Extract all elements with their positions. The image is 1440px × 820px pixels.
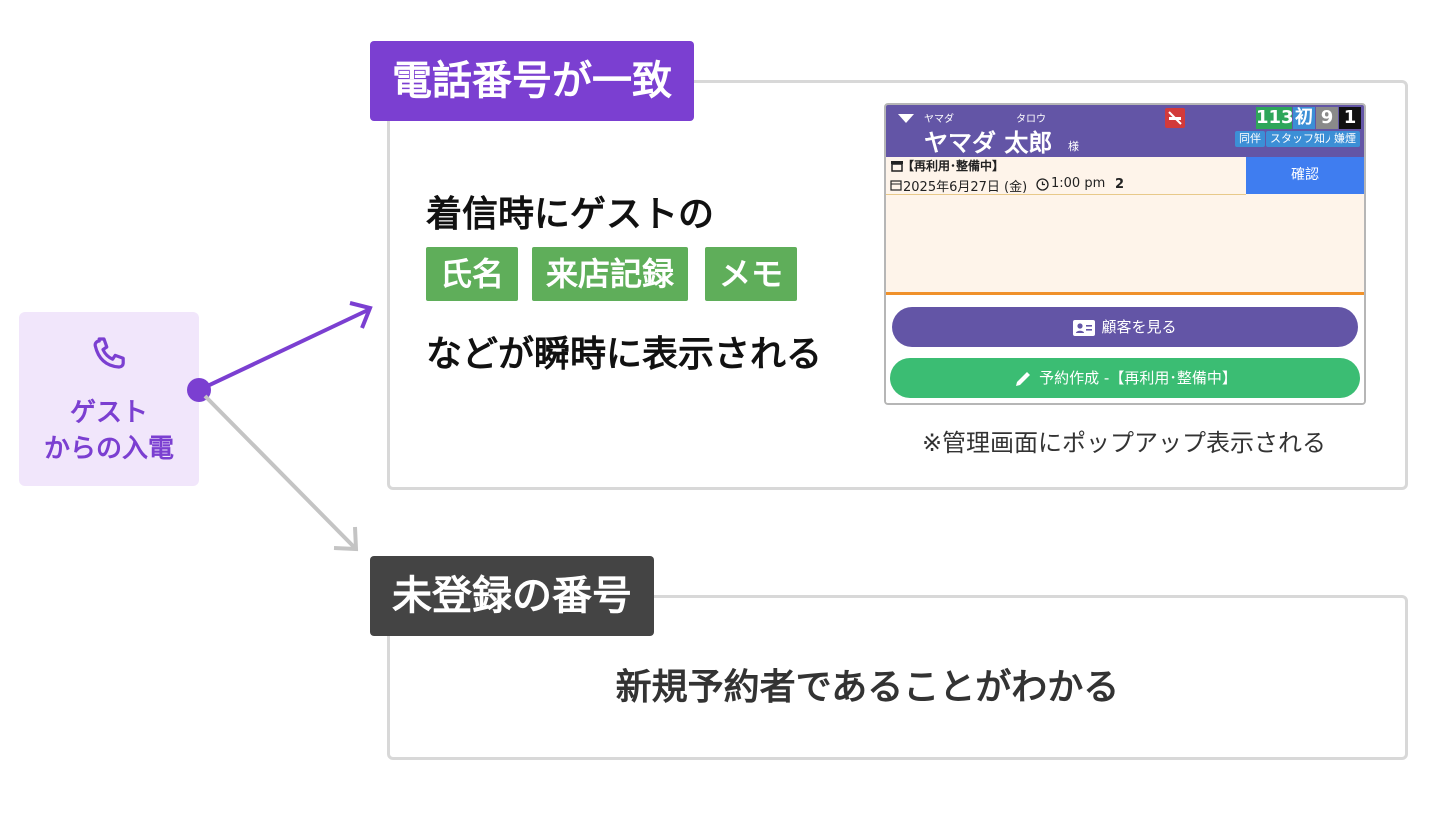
match-tag: 電話番号が一致 [370,41,694,121]
reservation-status: 【再利用･整備中】 [902,159,1005,173]
incoming-call-popup: ヤマダ タロウ ヤマダ 太郎 様 113 初 9 1 同伴 スタッフ知人 嫌煙 … [884,103,1366,405]
guest-name: ヤマダ 太郎 [924,129,1053,157]
honorific: 様 [1068,140,1079,153]
confirm-button[interactable]: 確認 [1246,157,1364,194]
tag-accompany: 同伴 [1235,131,1265,147]
clock-icon [1036,178,1049,191]
rank-badge: 9 [1316,107,1338,129]
no-smoking-icon [1165,108,1185,128]
match-arrow-line [198,308,369,392]
chip-name: 氏名 [426,247,519,301]
popup-note: ※管理画面にポップアップ表示される [921,429,1327,457]
chip-visit-record: 来店記録 [532,247,689,301]
create-reservation-button[interactable]: 予約作成 -【再利用･整備中】 [890,358,1360,398]
tag-non-smoker: 嫌煙 [1330,131,1360,147]
unregistered-tag: 未登録の番号 [370,556,654,636]
view-customer-button[interactable]: 顧客を見る [892,307,1358,347]
caret-down-icon[interactable] [898,114,914,124]
match-line2: などが瞬時に表示される [426,334,823,375]
level-badge: 1 [1339,107,1361,129]
calendar-icon [890,180,902,191]
visit-count-badge: 113 [1256,107,1294,129]
chip-memo: メモ [705,247,798,301]
unregistered-text: 新規予約者であることがわかる [615,667,1120,708]
match-line1: 着信時にゲストの [426,194,715,235]
view-customer-label: 顧客を見る [1101,318,1177,336]
popup-header: ヤマダ タロウ ヤマダ 太郎 様 113 初 9 1 同伴 スタッフ知人 嫌煙 [886,105,1364,157]
party-size: 2 [1115,177,1125,192]
create-reservation-label: 予約作成 -【再利用･整備中】 [1039,369,1237,387]
tag-staff-acquaintance: スタッフ知人 [1266,131,1340,147]
reservation-date: 2025年6月27日 (金) [903,180,1028,195]
id-card-icon [1073,319,1096,336]
unregistered-arrow-line [203,394,356,549]
row-divider [886,194,1246,195]
reservation-time: 1:00 pm [1051,176,1106,191]
pencil-icon [1016,371,1031,386]
first-visit-badge: 初 [1293,107,1315,129]
